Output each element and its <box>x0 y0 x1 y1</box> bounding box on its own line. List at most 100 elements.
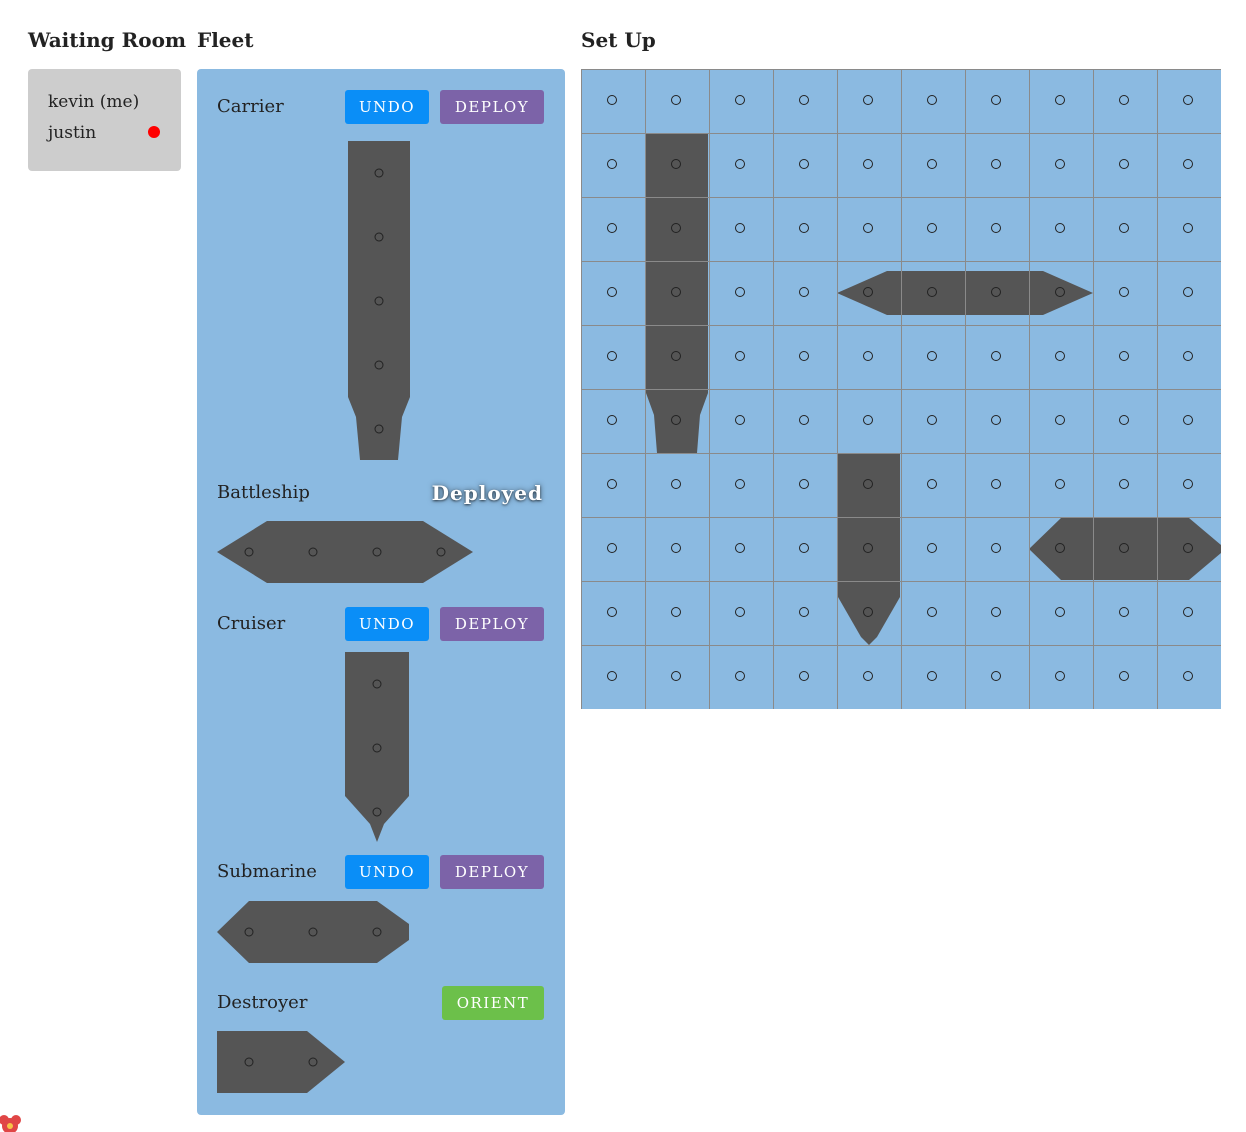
board-cell[interactable] <box>773 261 838 326</box>
board-cell[interactable] <box>645 645 710 710</box>
board-cell[interactable] <box>773 581 838 646</box>
board-cell[interactable] <box>965 69 1030 134</box>
board-cell[interactable] <box>1157 133 1222 198</box>
board-cell[interactable] <box>773 453 838 518</box>
board-cell[interactable] <box>709 261 774 326</box>
board-cell[interactable] <box>581 197 646 262</box>
board-cell[interactable] <box>581 645 646 710</box>
board-cell[interactable] <box>1029 325 1094 390</box>
board-cell[interactable] <box>581 453 646 518</box>
board-cell[interactable] <box>965 581 1030 646</box>
board-cell[interactable] <box>965 645 1030 710</box>
board-cell[interactable] <box>965 133 1030 198</box>
board-cell[interactable] <box>581 517 646 582</box>
board-cell[interactable] <box>901 325 966 390</box>
cruiser-undo-button[interactable]: UNDO <box>345 607 429 641</box>
board-cell[interactable] <box>709 645 774 710</box>
player-item[interactable]: justin <box>48 122 161 153</box>
board-cell[interactable] <box>709 517 774 582</box>
board-cell[interactable] <box>901 581 966 646</box>
submarine-deploy-button[interactable]: DEPLOY <box>440 855 544 889</box>
board-cell[interactable] <box>645 69 710 134</box>
board-cell[interactable] <box>1157 197 1222 262</box>
board-cell[interactable] <box>901 453 966 518</box>
board-cell[interactable] <box>1029 581 1094 646</box>
board-cell[interactable] <box>645 453 710 518</box>
board-cell[interactable] <box>581 581 646 646</box>
board-cell[interactable] <box>1093 261 1158 326</box>
board-cell[interactable] <box>773 133 838 198</box>
board-cell[interactable] <box>837 645 902 710</box>
player-item[interactable]: kevin (me) <box>48 91 161 122</box>
board-cell[interactable] <box>1093 645 1158 710</box>
board-cell[interactable] <box>1093 389 1158 454</box>
battleship-ship-icon[interactable] <box>217 520 473 584</box>
cruiser-ship-icon[interactable] <box>345 652 409 844</box>
board-cell[interactable] <box>1093 453 1158 518</box>
carrier-deploy-button[interactable]: DEPLOY <box>440 90 544 124</box>
board-cell[interactable] <box>1029 133 1094 198</box>
destroyer-ship-icon[interactable] <box>217 1030 345 1094</box>
board-cell[interactable] <box>709 581 774 646</box>
board-cell[interactable] <box>837 69 902 134</box>
board-cell[interactable] <box>901 645 966 710</box>
board-cell[interactable] <box>1093 581 1158 646</box>
board-cell[interactable] <box>709 325 774 390</box>
board-cell[interactable] <box>837 325 902 390</box>
board-cell[interactable] <box>1093 69 1158 134</box>
board-cell[interactable] <box>581 325 646 390</box>
board-cell[interactable] <box>773 389 838 454</box>
board-cell[interactable] <box>1157 581 1222 646</box>
board-cell[interactable] <box>773 69 838 134</box>
board-cell[interactable] <box>581 133 646 198</box>
board-cell[interactable] <box>581 261 646 326</box>
board-cell[interactable] <box>1157 645 1222 710</box>
board-cell[interactable] <box>837 197 902 262</box>
board-cell[interactable] <box>709 133 774 198</box>
board-cell[interactable] <box>709 69 774 134</box>
carrier-undo-button[interactable]: UNDO <box>345 90 429 124</box>
board-cell[interactable] <box>965 389 1030 454</box>
board-cell[interactable] <box>1029 69 1094 134</box>
board-cell[interactable] <box>901 197 966 262</box>
carrier-ship-icon[interactable] <box>347 141 411 461</box>
board-cell[interactable] <box>901 133 966 198</box>
board-cell[interactable] <box>773 197 838 262</box>
board-cell[interactable] <box>901 69 966 134</box>
board-cell[interactable] <box>837 389 902 454</box>
board-cell[interactable] <box>645 581 710 646</box>
board-cell[interactable] <box>965 325 1030 390</box>
board-cell[interactable] <box>645 517 710 582</box>
destroyer-orient-button[interactable]: ORIENT <box>442 986 544 1020</box>
board-cell[interactable] <box>1157 453 1222 518</box>
board-cell[interactable] <box>837 133 902 198</box>
board-cell[interactable] <box>965 453 1030 518</box>
submarine-undo-button[interactable]: UNDO <box>345 855 429 889</box>
board-cell[interactable] <box>773 325 838 390</box>
setup-board[interactable] <box>581 69 1221 709</box>
board-cell[interactable] <box>1029 389 1094 454</box>
board-cell[interactable] <box>1157 261 1222 326</box>
board-cell[interactable] <box>709 389 774 454</box>
board-cell[interactable] <box>1093 133 1158 198</box>
board-cell[interactable] <box>581 389 646 454</box>
board-cell[interactable] <box>1157 69 1222 134</box>
board-cell[interactable] <box>1093 197 1158 262</box>
submarine-ship-icon[interactable] <box>217 900 409 964</box>
board-cell[interactable] <box>965 197 1030 262</box>
board-cell[interactable] <box>1157 389 1222 454</box>
board-cell[interactable] <box>709 453 774 518</box>
board-cell[interactable] <box>773 645 838 710</box>
board-cell[interactable] <box>1029 645 1094 710</box>
board-cell[interactable] <box>773 517 838 582</box>
board-cell[interactable] <box>1029 197 1094 262</box>
board-cell[interactable] <box>1093 325 1158 390</box>
board-cell[interactable] <box>1029 453 1094 518</box>
board-cell[interactable] <box>1157 325 1222 390</box>
board-cell[interactable] <box>901 389 966 454</box>
placed-ship-carrier[interactable] <box>646 133 708 453</box>
board-cell[interactable] <box>901 517 966 582</box>
board-cell[interactable] <box>965 517 1030 582</box>
cruiser-deploy-button[interactable]: DEPLOY <box>440 607 544 641</box>
board-cell[interactable] <box>581 69 646 134</box>
